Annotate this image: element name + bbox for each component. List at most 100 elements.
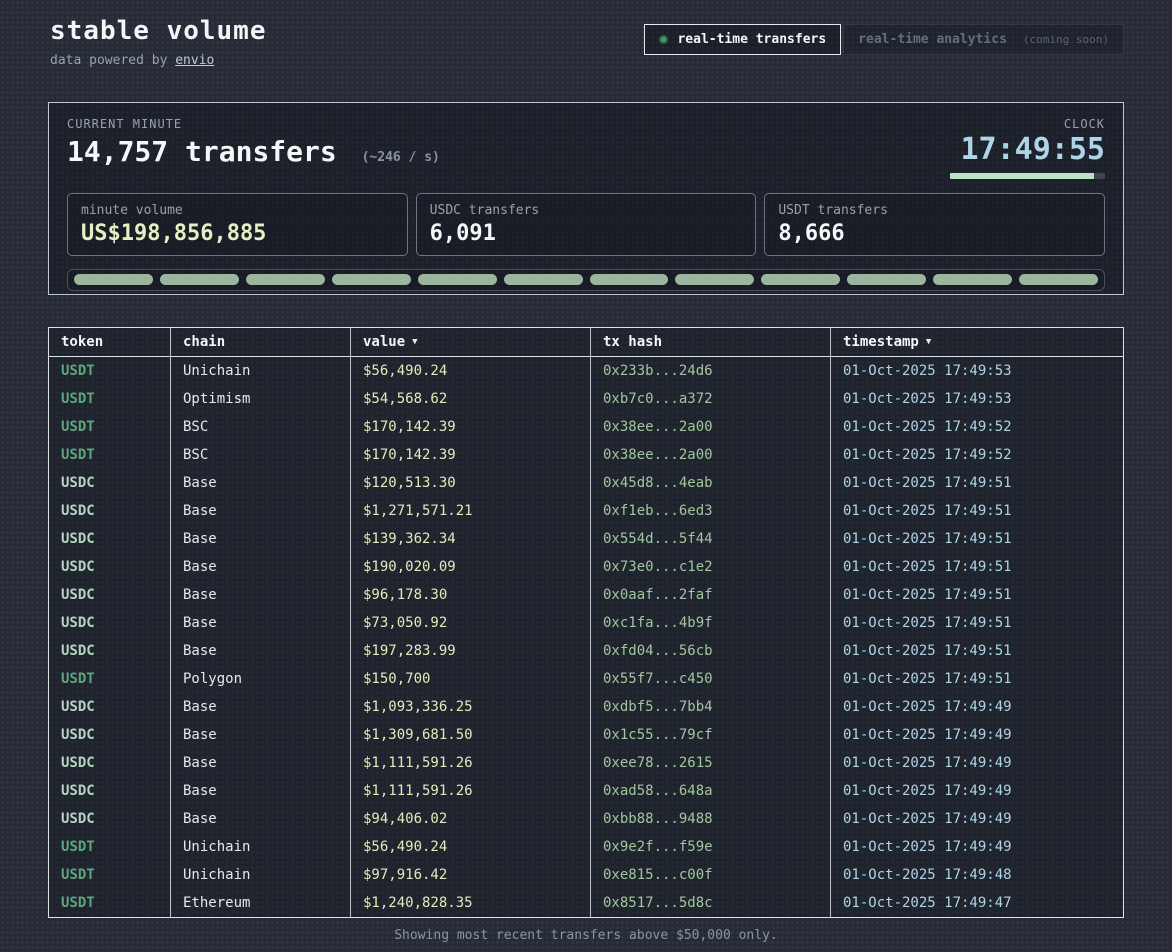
tab-label: real-time analytics — [858, 32, 1007, 47]
table-row: USDT Unichain $56,490.24 0x9e2f...f59e 0… — [49, 833, 1123, 861]
transfer-counter: CURRENT MINUTE 14,757 transfers (~246 / … — [67, 117, 440, 168]
minute-segment — [332, 274, 411, 285]
minute-segment — [74, 274, 153, 285]
minute-segment — [246, 274, 325, 285]
tx-hash-link[interactable]: 0x1c55...79cf — [591, 721, 831, 749]
table-row: USDT Optimism $54,568.62 0xb7c0...a372 0… — [49, 385, 1123, 413]
stat-label: minute volume — [81, 203, 394, 218]
table-row: USDT Unichain $97,916.42 0xe815...c00f 0… — [49, 861, 1123, 889]
minute-segment — [933, 274, 1012, 285]
token-cell: USDC — [49, 497, 171, 525]
table-row: USDT Ethereum $1,240,828.35 0x8517...5d8… — [49, 889, 1123, 917]
tx-hash-link[interactable]: 0xb7c0...a372 — [591, 385, 831, 413]
tx-hash-link[interactable]: 0xe815...c00f — [591, 861, 831, 889]
minute-segment — [590, 274, 669, 285]
clock-time: 17:49:55 — [950, 134, 1105, 166]
timestamp-cell: 01-Oct-2025 17:49:52 — [831, 413, 1123, 441]
table-row: USDT BSC $170,142.39 0x38ee...2a00 01-Oc… — [49, 413, 1123, 441]
transfer-rate: (~246 / s) — [362, 150, 440, 165]
transfer-count: 14,757 transfers (~246 / s) — [67, 135, 440, 168]
value-cell: $94,406.02 — [351, 805, 591, 833]
tx-hash-link[interactable]: 0x0aaf...2faf — [591, 581, 831, 609]
value-cell: $56,490.24 — [351, 833, 591, 861]
stat-value: 6,091 — [430, 221, 743, 246]
timestamp-cell: 01-Oct-2025 17:49:51 — [831, 581, 1123, 609]
chain-cell: Base — [171, 693, 351, 721]
column-header-value[interactable]: value ▼ — [351, 328, 591, 356]
minute-segment — [761, 274, 840, 285]
tx-hash-link[interactable]: 0x554d...5f44 — [591, 525, 831, 553]
value-cell: $73,050.92 — [351, 609, 591, 637]
token-cell: USDC — [49, 693, 171, 721]
timestamp-cell: 01-Oct-2025 17:49:51 — [831, 553, 1123, 581]
timestamp-cell: 01-Oct-2025 17:49:47 — [831, 889, 1123, 917]
table-row: USDC Base $1,271,571.21 0xf1eb...6ed3 01… — [49, 497, 1123, 525]
value-cell: $97,916.42 — [351, 861, 591, 889]
minute-segment — [675, 274, 754, 285]
tx-hash-link[interactable]: 0xdbf5...7bb4 — [591, 693, 831, 721]
chain-cell: Unichain — [171, 833, 351, 861]
token-cell: USDC — [49, 609, 171, 637]
clock: CLOCK 17:49:55 — [950, 117, 1105, 179]
timestamp-cell: 01-Oct-2025 17:49:51 — [831, 665, 1123, 693]
chain-cell: Base — [171, 553, 351, 581]
sort-desc-icon: ▼ — [412, 337, 417, 347]
tx-hash-link[interactable]: 0xc1fa...4b9f — [591, 609, 831, 637]
tx-hash-link[interactable]: 0xee78...2615 — [591, 749, 831, 777]
tx-hash-link[interactable]: 0x55f7...c450 — [591, 665, 831, 693]
tx-hash-link[interactable]: 0x233b...24d6 — [591, 357, 831, 385]
table-row: USDT Unichain $56,490.24 0x233b...24d6 0… — [49, 357, 1123, 385]
chain-cell: Base — [171, 637, 351, 665]
timestamp-cell: 01-Oct-2025 17:49:51 — [831, 637, 1123, 665]
timestamp-cell: 01-Oct-2025 17:49:49 — [831, 721, 1123, 749]
column-label: tx hash — [603, 334, 662, 350]
token-cell: USDT — [49, 665, 171, 693]
timestamp-cell: 01-Oct-2025 17:49:48 — [831, 861, 1123, 889]
powered-by: data powered by envio — [50, 53, 1124, 68]
value-cell: $1,271,571.21 — [351, 497, 591, 525]
powered-by-text: data powered by — [50, 53, 167, 68]
minute-segment — [1019, 274, 1098, 285]
tx-hash-link[interactable]: 0xad58...648a — [591, 777, 831, 805]
tx-hash-link[interactable]: 0x73e0...c1e2 — [591, 553, 831, 581]
stat-label: USDT transfers — [778, 203, 1091, 218]
table-row: USDC Base $197,283.99 0xfd04...56cb 01-O… — [49, 637, 1123, 665]
token-cell: USDT — [49, 441, 171, 469]
tx-hash-link[interactable]: 0xbb88...9488 — [591, 805, 831, 833]
tx-hash-link[interactable]: 0x45d8...4eab — [591, 469, 831, 497]
column-header-chain: chain — [171, 328, 351, 356]
tx-hash-link[interactable]: 0xfd04...56cb — [591, 637, 831, 665]
stat-label: USDC transfers — [430, 203, 743, 218]
table-row: USDC Base $190,020.09 0x73e0...c1e2 01-O… — [49, 553, 1123, 581]
tx-hash-link[interactable]: 0x38ee...2a00 — [591, 413, 831, 441]
chain-cell: Base — [171, 805, 351, 833]
token-cell: USDT — [49, 413, 171, 441]
chain-cell: BSC — [171, 441, 351, 469]
tx-hash-link[interactable]: 0x38ee...2a00 — [591, 441, 831, 469]
envio-link[interactable]: envio — [175, 53, 214, 68]
timestamp-cell: 01-Oct-2025 17:49:51 — [831, 609, 1123, 637]
column-header-tx-hash: tx hash — [591, 328, 831, 356]
token-cell: USDT — [49, 889, 171, 917]
chain-cell: Unichain — [171, 861, 351, 889]
tab-real-time-transfers[interactable]: real-time transfers — [644, 24, 841, 55]
column-label: timestamp — [843, 334, 919, 350]
chain-cell: Base — [171, 497, 351, 525]
token-cell: USDT — [49, 833, 171, 861]
chain-cell: BSC — [171, 413, 351, 441]
value-cell: $1,309,681.50 — [351, 721, 591, 749]
table-body: USDT Unichain $56,490.24 0x233b...24d6 0… — [49, 357, 1123, 917]
table-row: USDC Base $1,111,591.26 0xee78...2615 01… — [49, 749, 1123, 777]
column-header-timestamp[interactable]: timestamp ▼ — [831, 328, 1123, 356]
value-cell: $170,142.39 — [351, 413, 591, 441]
minute-segment — [504, 274, 583, 285]
tx-hash-link[interactable]: 0x9e2f...f59e — [591, 833, 831, 861]
timestamp-cell: 01-Oct-2025 17:49:53 — [831, 357, 1123, 385]
tx-hash-link[interactable]: 0xf1eb...6ed3 — [591, 497, 831, 525]
table-row: USDC Base $120,513.30 0x45d8...4eab 01-O… — [49, 469, 1123, 497]
app-header: stable volume data powered by envio real… — [0, 0, 1172, 68]
table-header-row: token chain value ▼ tx hash timestamp ▼ — [49, 328, 1123, 357]
token-cell: USDT — [49, 385, 171, 413]
token-cell: USDC — [49, 637, 171, 665]
tx-hash-link[interactable]: 0x8517...5d8c — [591, 889, 831, 917]
